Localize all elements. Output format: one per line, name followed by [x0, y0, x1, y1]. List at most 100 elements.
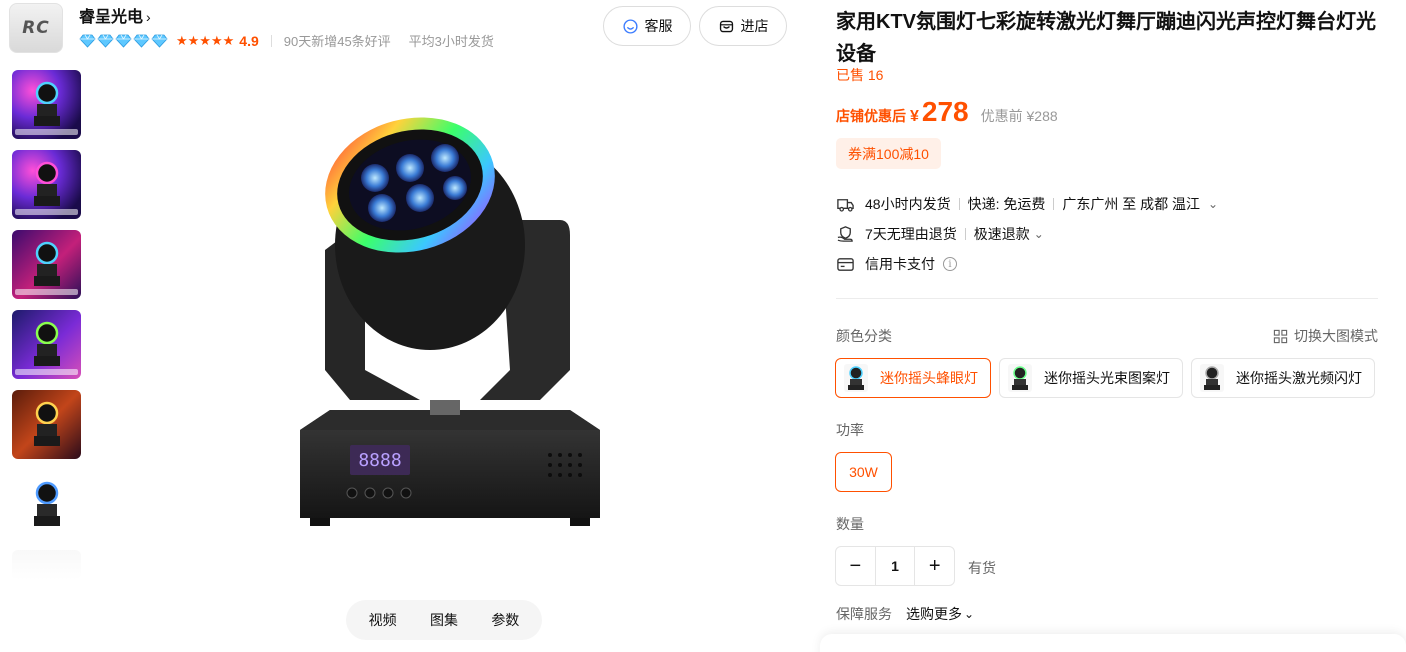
- divider: [964, 228, 966, 240]
- diamond-icon: [151, 34, 168, 48]
- ship-time: 48小时内发货: [865, 196, 951, 212]
- thumbnail[interactable]: [12, 230, 81, 299]
- divider: [270, 34, 272, 47]
- customer-service-button[interactable]: 客服: [603, 6, 691, 46]
- fixture-thumbnail-icon: [34, 241, 60, 286]
- thumbnail-caption: [15, 369, 78, 375]
- original-price: 优惠前 ¥288: [980, 108, 1058, 124]
- new-reviews-text: 90天新增45条好评: [283, 34, 391, 49]
- truck-icon: [837, 198, 854, 212]
- svg-text:8888: 8888: [358, 450, 401, 471]
- bottom-card: [820, 634, 1406, 652]
- thumbnail[interactable]: [12, 470, 81, 539]
- shop-rating: 4.9: [239, 32, 259, 49]
- divider: [958, 198, 960, 210]
- payment-method: 信用卡支付: [865, 256, 935, 272]
- diamond-icon: [97, 34, 114, 48]
- customer-service-label: 客服: [644, 18, 673, 34]
- fixture-icon: [844, 364, 868, 392]
- sold-count: 已售 16: [836, 67, 884, 83]
- shop-name: 睿呈光电: [79, 9, 144, 26]
- refund-policy[interactable]: 极速退款: [974, 224, 1030, 244]
- quantity-stepper: − 1 +: [835, 546, 955, 586]
- fixture-icon: [1008, 364, 1032, 392]
- enter-shop-label: 进店: [740, 18, 769, 34]
- product-main-image[interactable]: 8888: [270, 100, 630, 550]
- chevron-down-icon[interactable]: ⌄: [1034, 227, 1044, 241]
- rating-stars-icon: ★★★★★: [176, 32, 235, 48]
- sku-option[interactable]: 迷你摇头光束图案灯: [999, 358, 1183, 398]
- divider: [1053, 198, 1055, 210]
- thumbnail-caption: [15, 129, 78, 135]
- media-tab[interactable]: 参数: [491, 610, 519, 630]
- media-tabs: 视频 图集 参数: [346, 600, 542, 640]
- switch-view-label: 切换大图模式: [1294, 328, 1378, 344]
- power-option[interactable]: 30W: [835, 452, 892, 492]
- shipping-route[interactable]: 广东广州 至 成都 温江: [1062, 194, 1200, 214]
- media-tab[interactable]: 视频: [369, 610, 397, 630]
- shop-logo[interactable]: RC: [9, 3, 63, 53]
- fixture-thumbnail-icon: [34, 161, 60, 206]
- enter-shop-button[interactable]: 进店: [699, 6, 787, 46]
- thumbnail[interactable]: [12, 390, 81, 459]
- guarantee-label: 保障服务: [836, 606, 892, 622]
- thumbnail-caption: [15, 209, 78, 215]
- coupon-badge[interactable]: 券满100减10: [836, 138, 941, 169]
- increment-button[interactable]: +: [915, 547, 954, 585]
- quantity-label: 数量: [836, 516, 864, 532]
- thumbnail[interactable]: [12, 70, 81, 139]
- stock-status: 有货: [968, 560, 996, 576]
- hand-shield-icon: [837, 225, 853, 242]
- chevron-right-icon: ›: [146, 9, 151, 25]
- price-label: 店铺优惠后: [836, 108, 906, 124]
- fixture-thumbnail-icon: [34, 321, 60, 366]
- media-tab[interactable]: 图集: [430, 610, 458, 630]
- chevron-down-icon[interactable]: ⌄: [964, 607, 974, 621]
- fixture-thumbnail-icon: [34, 401, 60, 446]
- guarantee-more-button[interactable]: 选购更多: [906, 604, 962, 624]
- switch-view-button[interactable]: 切换大图模式: [1273, 326, 1378, 346]
- thumbnail-list: [12, 70, 82, 591]
- guarantee-row: 保障服务 选购更多 ⌄: [836, 604, 974, 624]
- chevron-down-icon[interactable]: ⌄: [1208, 197, 1218, 211]
- shop-name-link[interactable]: 睿呈光电 ›: [79, 3, 151, 27]
- chat-smile-icon: [622, 18, 638, 34]
- sku-option-label: 迷你摇头光束图案灯: [1044, 370, 1170, 386]
- diamond-icon: [115, 34, 132, 48]
- returns-row: 7天无理由退货 极速退款 ⌄: [836, 224, 1044, 244]
- returns-policy: 7天无理由退货: [865, 226, 957, 242]
- thumbnail[interactable]: [12, 310, 81, 379]
- thumbnail-caption: [15, 289, 78, 295]
- fixture-icon: [1200, 364, 1224, 392]
- diamond-icon: [79, 34, 96, 48]
- fixture-thumbnail-icon: [34, 481, 60, 526]
- price-row: 店铺优惠后 ¥ 278 优惠前 ¥288: [836, 96, 1058, 128]
- shop-meta: ★★★★★ 4.9 90天新增45条好评 平均3小时发货: [79, 31, 494, 50]
- currency-symbol: ¥: [910, 108, 919, 125]
- sku-option-label: 迷你摇头激光频闪灯: [1236, 370, 1362, 386]
- avg-ship-text: 平均3小时发货: [408, 34, 494, 49]
- section-divider: [836, 298, 1378, 299]
- sku-option[interactable]: 迷你摇头激光频闪灯: [1191, 358, 1375, 398]
- shop-level-diamonds: [79, 34, 168, 48]
- quantity-input[interactable]: 1: [874, 547, 916, 585]
- decrement-button[interactable]: −: [836, 547, 875, 585]
- sku-option-label: 迷你摇头蜂眼灯: [880, 370, 978, 386]
- color-label: 颜色分类: [836, 328, 892, 344]
- fixture-thumbnail-icon: [34, 81, 60, 126]
- price-value: 278: [921, 96, 969, 127]
- info-icon[interactable]: i: [943, 257, 957, 271]
- shipping-row: 48小时内发货 快递: 免运费 广东广州 至 成都 温江 ⌄: [836, 194, 1218, 214]
- power-label: 功率: [836, 422, 864, 438]
- shop-icon: [719, 20, 733, 32]
- product-title: 家用KTV氛围灯七彩旋转激光灯舞厅蹦迪闪光声控灯舞台灯光设备: [836, 11, 1376, 65]
- express-fee: 快递: 免运费: [967, 196, 1046, 212]
- diamond-icon: [133, 34, 150, 48]
- grid-icon: [1273, 329, 1288, 343]
- thumbnail[interactable]: [12, 550, 81, 580]
- payment-row: 信用卡支付 i: [836, 254, 957, 274]
- sku-option[interactable]: 迷你摇头蜂眼灯: [835, 358, 991, 398]
- thumbnail[interactable]: [12, 150, 81, 219]
- credit-card-icon: [837, 257, 854, 271]
- shop-logo-text: RC: [22, 18, 50, 38]
